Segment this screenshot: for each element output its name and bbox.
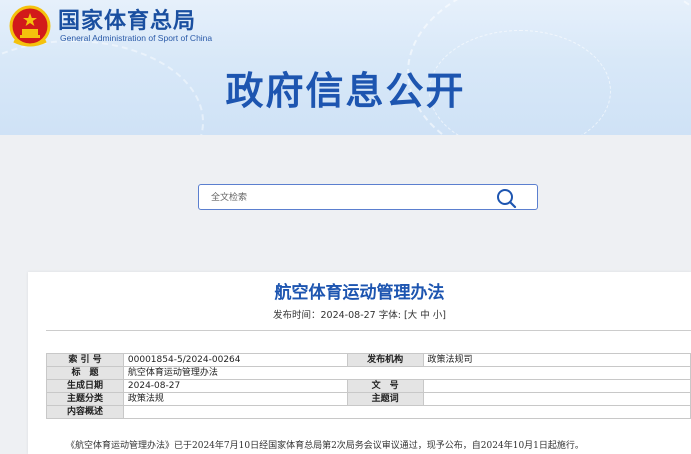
agency-label: 发布机构: [346, 353, 424, 367]
title-label: 标 题: [46, 366, 124, 380]
site-name-english: General Administration of Sport of China: [60, 33, 213, 43]
category-label: 主题分类: [46, 392, 124, 406]
document-title: 航空体育运动管理办法: [274, 283, 445, 303]
keyword-label: 主题词: [346, 392, 424, 406]
header-banner: 国家体育总局 General Administration of Sport o…: [0, 0, 691, 135]
title-value: 航空体育运动管理办法: [122, 366, 691, 380]
font-size-bracket: ]: [442, 310, 446, 321]
metadata-table: 索 引 号 00001854-5/2024-00264 发布机构 政策法规司 标…: [46, 353, 691, 419]
search-input[interactable]: [209, 189, 483, 207]
table-row: 主题分类 政策法规 主题词: [46, 392, 691, 406]
document-intro: 《航空体育运动管理办法》已于2024年7月10日经国家体育总局第2次局务会议审议…: [66, 441, 584, 451]
index-number-label: 索 引 号: [46, 353, 124, 367]
summary-value: [122, 405, 691, 419]
keyword-value: [422, 392, 691, 406]
search-icon[interactable]: [495, 188, 517, 208]
date-label: 生成日期: [46, 379, 124, 393]
table-row: 标 题 航空体育运动管理办法: [46, 366, 691, 380]
publish-date: 2024-08-27: [320, 310, 376, 321]
agency-value: 政策法规司: [422, 353, 691, 367]
table-row: 索 引 号 00001854-5/2024-00264 发布机构 政策法规司: [46, 353, 691, 367]
site-name[interactable]: 国家体育总局: [58, 3, 196, 35]
divider: [46, 330, 691, 331]
page-title: 政府信息公开: [225, 69, 466, 113]
font-size-medium-button[interactable]: 中: [420, 310, 430, 321]
category-value: 政策法规: [122, 392, 348, 406]
date-value: 2024-08-27: [122, 379, 348, 393]
font-size-label: 字体: [: [375, 310, 408, 321]
document-number-value: [422, 379, 691, 393]
index-number-value: 00001854-5/2024-00264: [122, 353, 348, 367]
national-emblem-icon[interactable]: [8, 5, 52, 49]
search-box: [198, 184, 538, 210]
font-size-large-button[interactable]: 大: [408, 310, 418, 321]
table-row: 生成日期 2024-08-27 文 号: [46, 379, 691, 393]
summary-label: 内容概述: [46, 405, 124, 419]
publish-label: 发布时间：: [272, 310, 321, 321]
publish-info: 发布时间：2024-08-27 字体: [大 中 小]: [28, 307, 691, 321]
font-size-small-button[interactable]: 小: [433, 310, 443, 321]
table-row: 内容概述: [46, 405, 691, 419]
document-number-label: 文 号: [346, 379, 424, 393]
